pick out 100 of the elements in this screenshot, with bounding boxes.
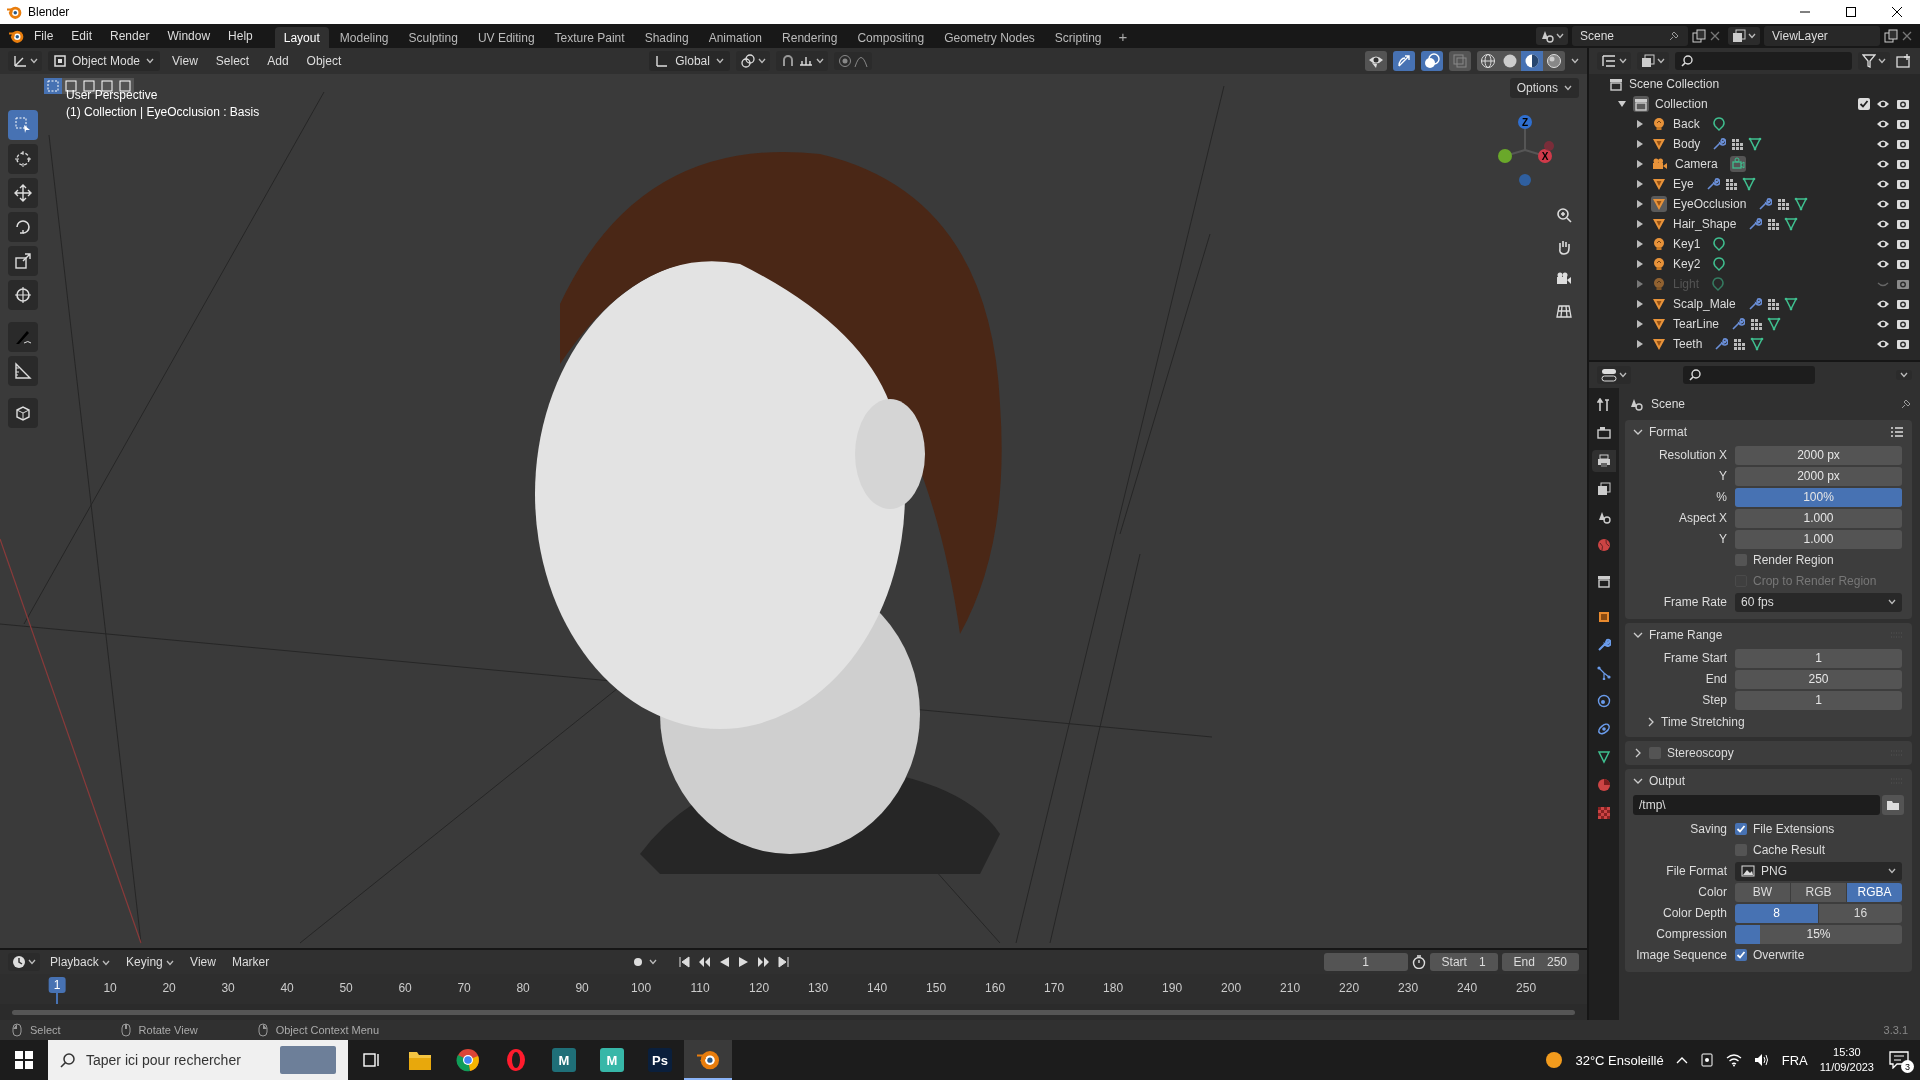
number-field[interactable]: 250	[1735, 669, 1902, 689]
number-field[interactable]: 2000 px	[1735, 466, 1902, 486]
field-label: Y	[1718, 532, 1727, 546]
search-field[interactable]: Taper ici pour rechercher	[86, 1052, 262, 1068]
tree-item[interactable]: TearLine	[1673, 317, 1720, 331]
axis-label: X	[1541, 151, 1549, 162]
menu-item[interactable]: File	[26, 26, 62, 46]
menu-item[interactable]: Render	[102, 26, 158, 46]
number-field[interactable]: 1	[1735, 648, 1902, 668]
tree-item[interactable]: Collection	[1655, 97, 1708, 111]
workspace-tab[interactable]: Scripting	[1045, 26, 1111, 49]
tree-item[interactable]: EyeOcclusion	[1673, 197, 1747, 211]
tree-item[interactable]: Back	[1673, 117, 1700, 131]
checkbox-label: Render Region	[1753, 553, 1834, 567]
slider-field[interactable]: 15%	[1735, 924, 1902, 944]
scene-field[interactable]: Scene	[1572, 26, 1688, 46]
menu-item[interactable]: Marker	[225, 952, 276, 972]
taskbar-app[interactable]: Ps	[636, 1040, 684, 1080]
field-label: Color Depth	[1661, 906, 1727, 920]
window-title: Blender	[28, 5, 70, 19]
tree-item[interactable]: Body	[1673, 137, 1701, 151]
subpanel-title[interactable]: Time Stretching	[1661, 715, 1745, 729]
workspace-tab[interactable]: Sculpting	[399, 26, 467, 49]
tree-item[interactable]: Camera	[1675, 157, 1718, 171]
slider-value: 100%	[1803, 490, 1834, 504]
options-dropdown[interactable]: Options	[1509, 78, 1579, 98]
current-frame-field[interactable]: 1	[1323, 953, 1408, 971]
checkbox-label: Overwrite	[1753, 948, 1805, 962]
dropdown[interactable]: 60 fps	[1735, 592, 1902, 612]
menu-item[interactable]: Edit	[63, 26, 101, 46]
status-hint: Rotate View	[138, 1024, 198, 1036]
number-field[interactable]: 1	[1735, 690, 1902, 710]
panel-title[interactable]: Output	[1649, 774, 1686, 788]
workspace-tab[interactable]: Texture Paint	[545, 26, 634, 49]
status-hint: Select	[30, 1024, 61, 1036]
workspace-tab[interactable]: Layout	[274, 26, 329, 49]
number-field[interactable]: 1.000	[1735, 508, 1902, 528]
toggle-option[interactable]: RGB	[1791, 882, 1846, 902]
3d-viewport[interactable]: User Perspective (1) Collection | EyeOcclusion : Basis Options Z X	[0, 74, 1587, 948]
menu-item[interactable]: Keying	[120, 952, 181, 972]
panel-title[interactable]: Format	[1649, 425, 1687, 439]
menu-item[interactable]: View	[166, 51, 204, 71]
menu-item[interactable]: Add	[261, 51, 295, 71]
tree-item[interactable]: Key2	[1673, 257, 1701, 271]
slider-field[interactable]: 100%	[1735, 487, 1902, 507]
tree-item[interactable]: Teeth	[1673, 337, 1703, 351]
number-field[interactable]: 1.000	[1735, 529, 1902, 549]
field-label: Frame Rate	[1662, 595, 1727, 609]
checkbox-label: File Extensions	[1753, 822, 1835, 836]
language-indicator[interactable]: FRA	[1781, 1052, 1808, 1068]
tree-item[interactable]: Scalp_Male	[1673, 297, 1736, 311]
frame-number: 50	[339, 981, 353, 995]
playhead[interactable]: 1	[48, 977, 66, 993]
end-frame-field[interactable]: End 250	[1501, 953, 1579, 971]
workspace-tab[interactable]: Geometry Nodes	[935, 26, 1044, 49]
frame-number: 110	[690, 981, 710, 995]
field-label: %	[1715, 490, 1727, 504]
navigation-gizmo[interactable]: Z X	[1498, 115, 1554, 186]
frame-number: 80	[516, 981, 530, 995]
context-title: Scene	[1651, 397, 1686, 411]
toggle-option[interactable]: 16	[1819, 903, 1902, 923]
tree-item[interactable]: Scene Collection	[1629, 77, 1720, 91]
workspace-tab[interactable]: UV Editing	[468, 26, 544, 49]
toggle-option[interactable]: RGBA	[1847, 882, 1902, 902]
workspace-tab[interactable]: Modeling	[330, 26, 398, 49]
toggle-option[interactable]: 8	[1735, 903, 1818, 923]
frame-number: 250	[1516, 981, 1537, 995]
mode-dropdown[interactable]: Object Mode	[48, 51, 161, 71]
workspace-tab[interactable]: Rendering	[773, 26, 847, 49]
panel-title[interactable]: Stereoscopy	[1667, 746, 1734, 760]
toggle-option[interactable]: BW	[1735, 882, 1790, 902]
menu-item[interactable]: Help	[220, 26, 261, 46]
workspace-tab[interactable]: Shading	[635, 26, 698, 49]
dropdown[interactable]: PNG	[1735, 861, 1902, 881]
start-frame-field[interactable]: Start 1	[1429, 953, 1498, 971]
frame-number: 20	[162, 981, 176, 995]
frame-number: 180	[1103, 981, 1124, 995]
workspace-tab[interactable]: Animation	[699, 26, 772, 49]
menu-item[interactable]: Select	[209, 51, 256, 71]
tree-item[interactable]: Hair_Shape	[1673, 217, 1737, 231]
add-workspace-button[interactable]: +	[1112, 27, 1134, 45]
orientation-dropdown[interactable]: Global	[649, 51, 730, 71]
frame-number: 10	[103, 981, 117, 995]
weather-text[interactable]: 32°C Ensoleillé	[1575, 1052, 1664, 1068]
frame-number: 60	[398, 981, 412, 995]
path-field[interactable]: /tmp\	[1633, 795, 1880, 815]
number-field[interactable]: 2000 px	[1735, 445, 1902, 465]
menu-item[interactable]: Window	[159, 26, 219, 46]
workspace-tab[interactable]: Compositing	[848, 26, 934, 49]
panel-title[interactable]: Frame Range	[1649, 628, 1723, 642]
clock[interactable]: 15:30 11/09/2023	[1819, 1045, 1874, 1075]
notification-button[interactable]: 3	[1886, 1047, 1912, 1073]
menu-item[interactable]: Playback	[44, 952, 117, 972]
tree-item[interactable]: Key1	[1673, 237, 1701, 251]
menu-item[interactable]: View	[184, 952, 222, 972]
menu-item[interactable]: Object	[300, 51, 348, 71]
tree-item[interactable]: Eye	[1673, 177, 1694, 191]
slider-value: 15%	[1806, 927, 1831, 941]
view-layer-field[interactable]: ViewLayer	[1764, 26, 1880, 46]
taskbar-app[interactable]: M	[540, 1040, 588, 1080]
